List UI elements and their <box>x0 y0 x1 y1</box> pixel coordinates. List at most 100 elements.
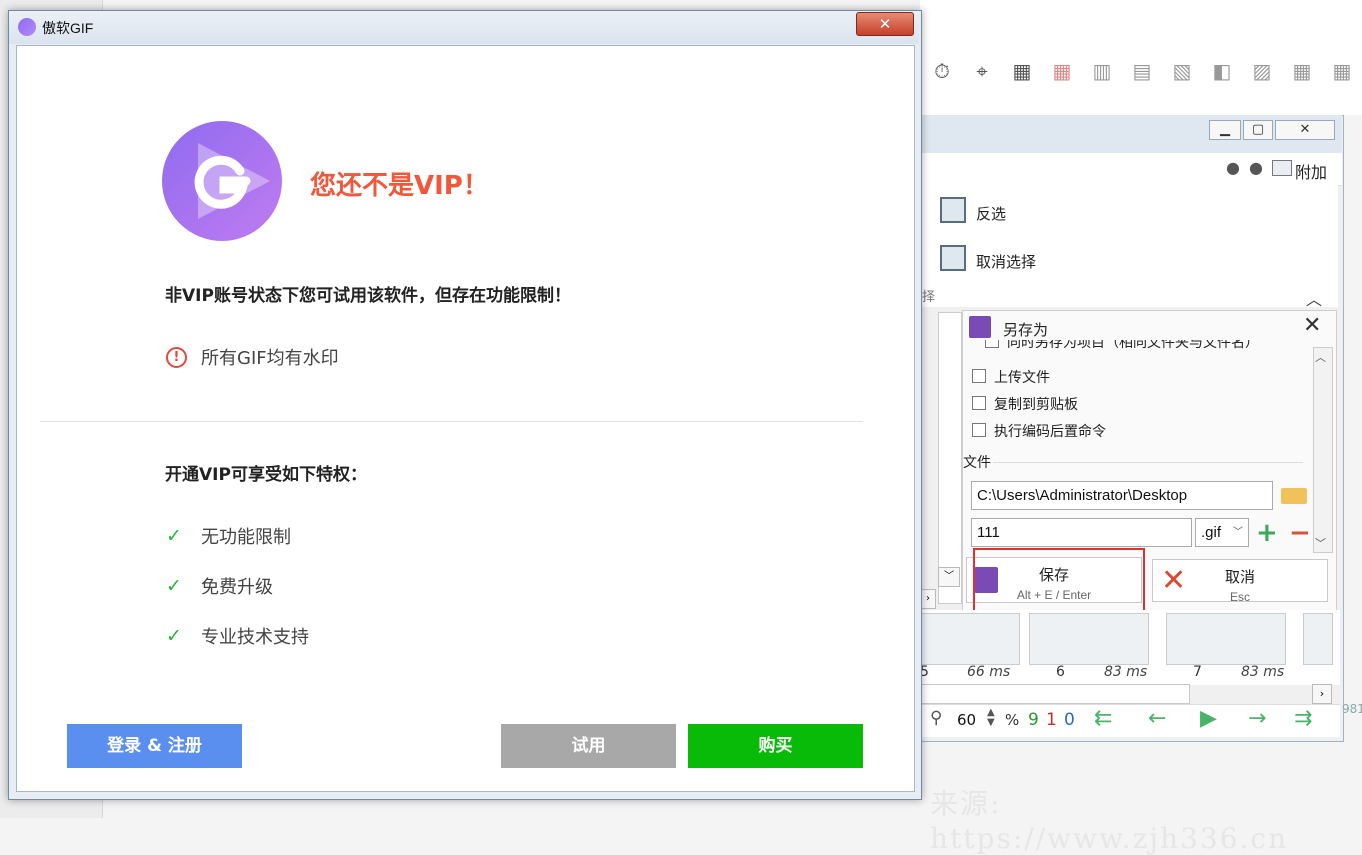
source-watermark: 来源: https://www.zjh336.cn <box>930 787 1289 855</box>
add-preset-icon[interactable]: + <box>1256 518 1278 548</box>
dialog-title: 傲软GIF <box>42 20 94 36</box>
next-frame-icon[interactable]: → <box>1248 706 1266 731</box>
upload-option[interactable]: 上传文件 <box>972 367 1050 387</box>
zoom-value[interactable]: 60 <box>957 711 976 729</box>
feedback-icon[interactable]: ● <box>1249 158 1263 177</box>
filename-field[interactable]: 111 <box>971 518 1192 547</box>
cut-option-checkbox[interactable] <box>985 340 999 348</box>
cut-option-label: 同时另存为项目（相同文件夹与文件名） <box>1007 340 1259 351</box>
app-logo-icon <box>18 18 36 36</box>
grid-split-icon[interactable]: ▦ <box>1289 58 1315 84</box>
cancel-button-hint: Esc <box>1229 590 1250 604</box>
upload-label: 上传文件 <box>994 370 1050 386</box>
ribbon-group-label: 择 <box>922 290 936 305</box>
dialog-body <box>16 45 915 792</box>
deselect-icon <box>940 245 966 271</box>
deselect-button[interactable]: 取消选择 <box>976 251 1036 272</box>
invert-selection-icon <box>940 197 966 223</box>
file-section-rule <box>993 462 1303 463</box>
grid-column-icon[interactable]: ▥ <box>1089 58 1115 84</box>
dialog-close-button[interactable]: ✕ <box>856 12 914 36</box>
save-as-close-icon[interactable]: ✕ <box>1303 313 1321 338</box>
grid-merge-icon[interactable]: ▦ <box>1329 58 1355 84</box>
play-icon[interactable]: ▶ <box>1200 706 1217 731</box>
horizontal-scrollbar-thumb[interactable] <box>920 684 1190 704</box>
chevron-down-icon: ﹀ <box>1233 527 1243 538</box>
divider <box>40 421 863 422</box>
limitation-subtitle: 非VIP账号状态下您可试用该软件，但存在功能限制！ <box>165 286 571 306</box>
cancel-button[interactable]: ✕ 取消 Esc <box>1152 559 1328 604</box>
scroll-down-icon[interactable]: ﹀ <box>1315 535 1326 551</box>
remove-preset-icon[interactable]: − <box>1289 518 1311 548</box>
scroll-up-icon[interactable]: ︿ <box>1315 349 1326 365</box>
left-panel-scroll[interactable] <box>938 312 962 604</box>
first-frame-icon[interactable]: ⇇ <box>1094 706 1112 731</box>
selected-count: 1 <box>1046 710 1057 730</box>
clipboard-checkbox[interactable] <box>972 396 986 410</box>
trial-button[interactable]: 试用 <box>501 724 676 768</box>
frame-index: 7 <box>1193 664 1202 680</box>
extension-select[interactable]: .gif ﹀ <box>1195 518 1249 547</box>
left-scroll-down-icon[interactable]: ﹀ <box>938 567 960 587</box>
image-icon <box>1272 160 1292 176</box>
post-command-checkbox[interactable] <box>972 423 986 437</box>
folder-icon[interactable] <box>1281 488 1307 504</box>
minimize-button[interactable]: ▁ <box>1209 120 1241 140</box>
frame-thumbnail[interactable] <box>1303 613 1333 665</box>
not-vip-headline: 您还不是VIP！ <box>310 171 489 201</box>
maximize-button[interactable]: ▢ <box>1243 120 1273 140</box>
last-frame-icon[interactable]: ⇉ <box>1294 706 1312 731</box>
buy-button[interactable]: 购买 <box>688 724 863 768</box>
play-g-icon <box>194 143 270 219</box>
zoom-icon: ⚲ <box>930 708 943 728</box>
tab-extras[interactable]: 附加 <box>1295 159 1327 183</box>
app-logo <box>162 121 282 241</box>
frame-thumbnail[interactable] <box>920 613 1020 665</box>
benefit-item: 无功能限制 <box>201 527 291 548</box>
check-icon: ✓ <box>166 625 182 647</box>
grid-down-icon[interactable]: ▨ <box>1249 58 1275 84</box>
post-command-option[interactable]: 执行编码后置命令 <box>972 421 1106 441</box>
collapse-ribbon-icon[interactable]: ︿ <box>1306 286 1322 310</box>
path-field[interactable]: C:\Users\Administrator\Desktop <box>971 481 1273 510</box>
frame-delay: 83 ms <box>1104 664 1148 680</box>
frame-delay: 83 ms <box>1241 664 1285 680</box>
frame-count: 9 <box>1028 710 1039 730</box>
warning-icon: ! <box>166 347 187 368</box>
frame-thumbnail[interactable] <box>1166 613 1286 665</box>
login-register-button[interactable]: 登录 & 注册 <box>67 724 242 768</box>
side-number: 981 <box>1342 702 1362 716</box>
grid-insert-icon[interactable]: ▤ <box>1129 58 1155 84</box>
timer-icon[interactable]: ⏱ <box>929 58 955 84</box>
clipboard-option[interactable]: 复制到剪贴板 <box>972 394 1078 414</box>
current-frame: 0 <box>1064 710 1075 730</box>
user-icon[interactable]: ● <box>1226 158 1240 177</box>
benefit-item: 专业技术支持 <box>201 627 309 648</box>
extension-value: .gif <box>1201 524 1222 541</box>
previous-frame-icon[interactable]: ← <box>1148 706 1166 731</box>
frame-thumbnail[interactable] <box>1029 613 1149 665</box>
dialog-titlebar <box>9 11 919 44</box>
benefits-title: 开通VIP可享受如下特权： <box>165 465 367 485</box>
close-button[interactable]: ✕ <box>1275 120 1335 140</box>
upload-checkbox[interactable] <box>972 369 986 383</box>
scroll-right-arrow-icon[interactable]: › <box>1312 684 1332 704</box>
save-as-scrollbar[interactable] <box>1313 347 1333 553</box>
zoom-spinner-icon[interactable]: ▲ ▼ <box>987 708 995 728</box>
crop-icon[interactable]: ⌖ <box>969 58 995 84</box>
grid-left-icon[interactable]: ◧ <box>1209 58 1235 84</box>
grid-delete-icon[interactable]: ▦ <box>1049 58 1075 84</box>
cut-option-row: 同时另存为项目（相同文件夹与文件名） <box>985 340 1305 354</box>
highlight-box <box>973 548 1145 616</box>
invert-selection-button[interactable]: 反选 <box>976 203 1006 224</box>
frame-delay: 66 ms <box>967 664 1011 680</box>
clipboard-label: 复制到剪贴板 <box>994 397 1078 413</box>
status-bar <box>920 704 1340 737</box>
table-icon[interactable]: ▦ <box>1009 58 1035 84</box>
scroll-right-icon[interactable]: › <box>920 589 936 609</box>
grid-remove-icon[interactable]: ▧ <box>1169 58 1195 84</box>
post-command-label: 执行编码后置命令 <box>994 424 1106 440</box>
benefit-item: 免费升级 <box>201 577 273 598</box>
watermark-limitation: 所有GIF均有水印 <box>201 348 339 369</box>
save-as-title: 另存为 <box>1003 321 1049 339</box>
